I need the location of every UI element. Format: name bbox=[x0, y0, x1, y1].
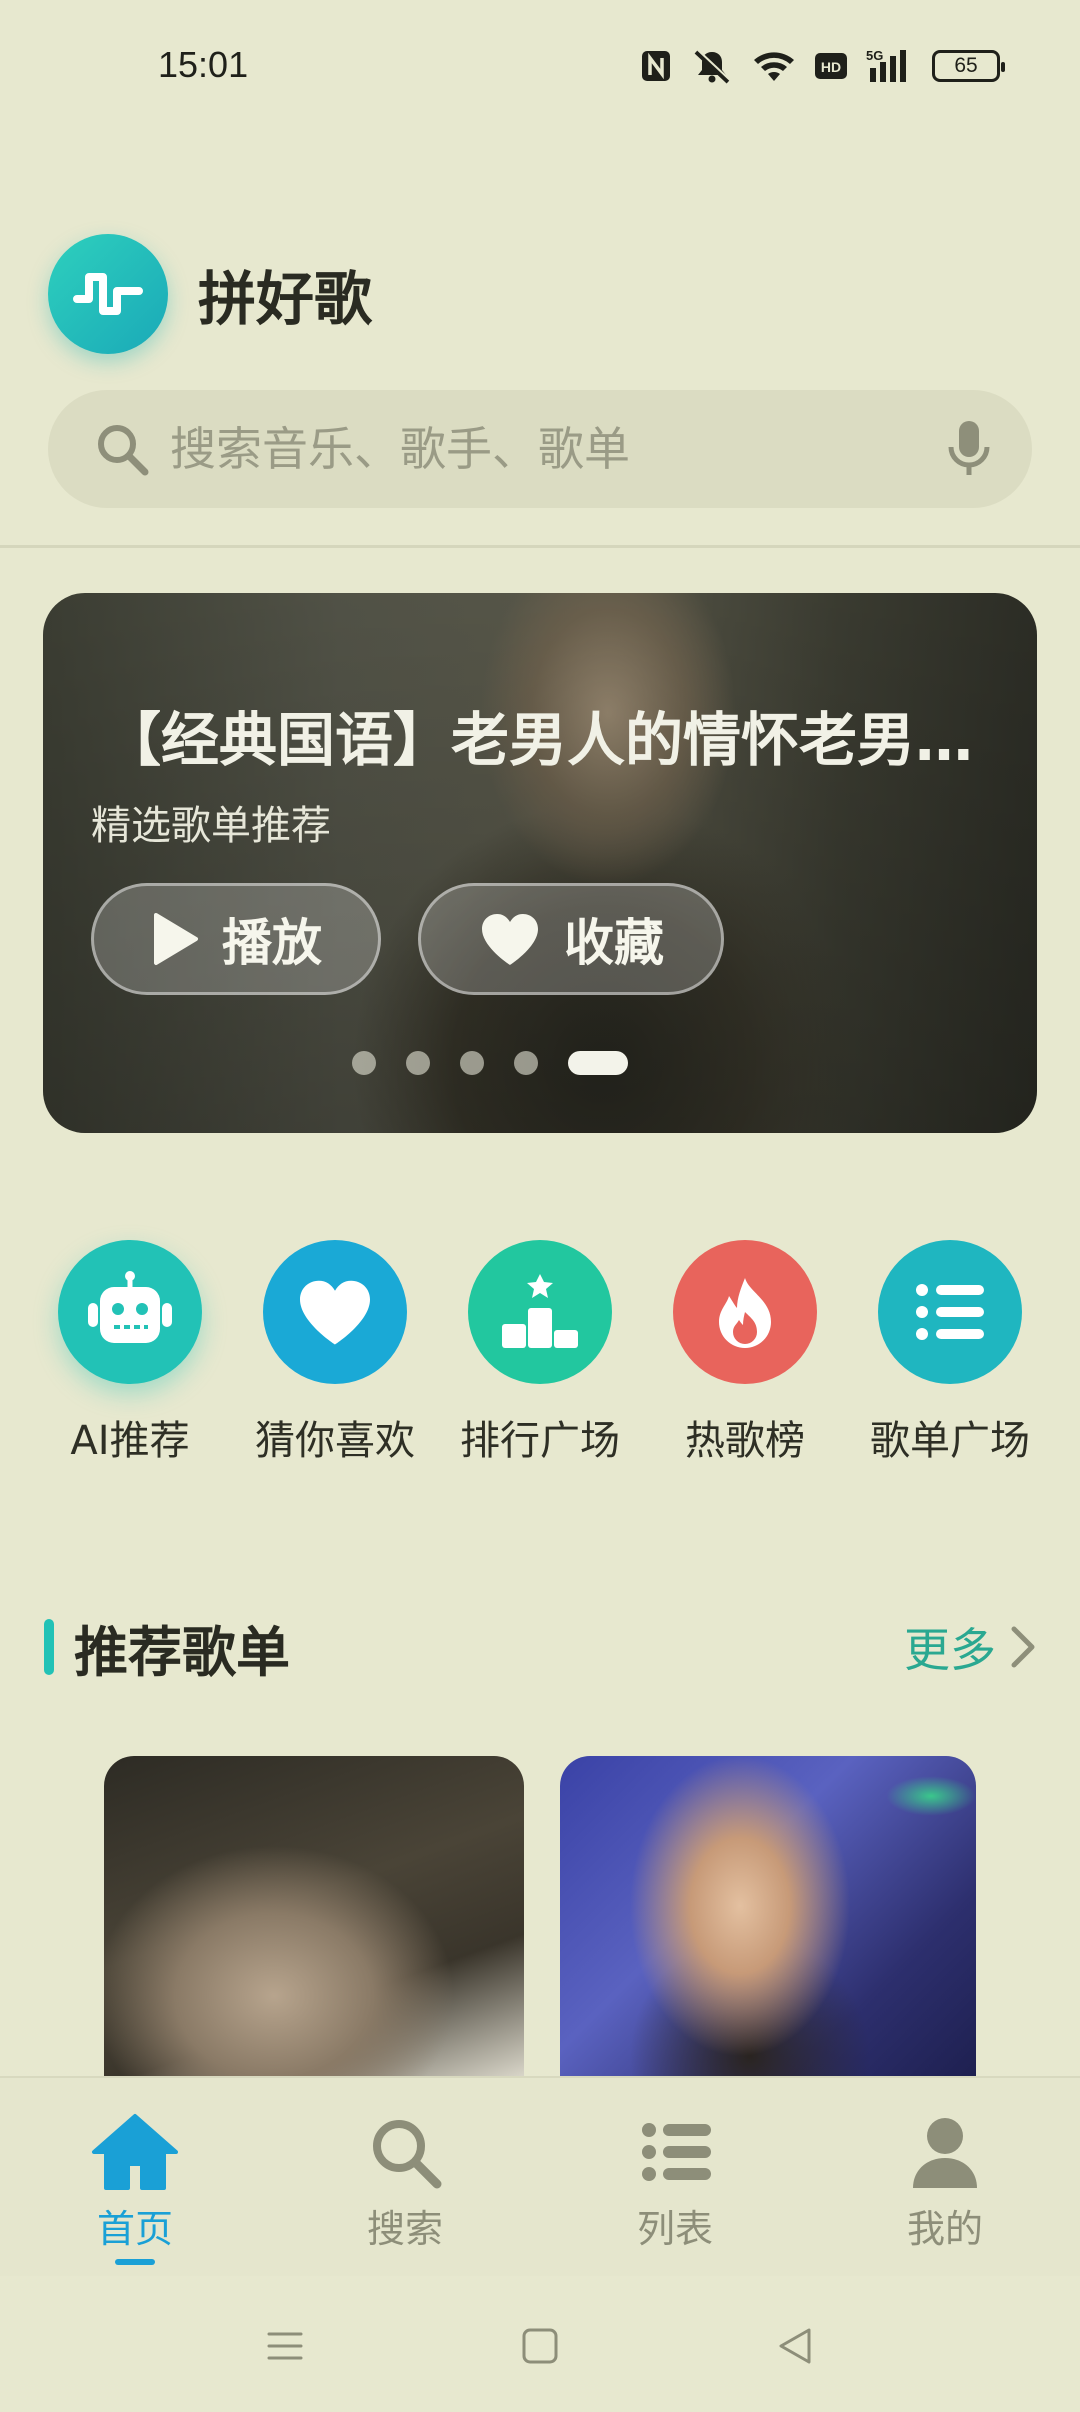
quick-nav-label: 热歌榜 bbox=[685, 1418, 805, 1464]
more-link[interactable]: 更多 bbox=[904, 1614, 1036, 1680]
svg-text:HD: HD bbox=[821, 59, 841, 75]
playlist-card[interactable] bbox=[104, 1756, 524, 2076]
tab-home[interactable]: 首页 bbox=[45, 2112, 225, 2265]
quick-nav-hot-songs[interactable]: 热歌榜 bbox=[655, 1240, 835, 1466]
tab-list[interactable]: 列表 bbox=[585, 2112, 765, 2253]
recommended-section-header: 推荐歌单 更多 bbox=[44, 1612, 1036, 1684]
quick-nav: AI推荐 猜你喜欢 排行广场 热歌榜 歌单广场 bbox=[40, 1240, 1040, 1466]
list-icon bbox=[878, 1240, 1022, 1384]
app-header: 拼好歌 bbox=[48, 232, 372, 356]
back-icon[interactable] bbox=[775, 2326, 815, 2366]
section-accent-bar bbox=[44, 1619, 54, 1675]
play-icon bbox=[154, 913, 198, 965]
active-tab-indicator bbox=[115, 2259, 155, 2265]
tab-label: 首页 bbox=[96, 2207, 173, 2251]
more-label: 更多 bbox=[904, 1623, 996, 1677]
tab-label: 列表 bbox=[636, 2207, 713, 2251]
search-bar[interactable] bbox=[48, 390, 1032, 508]
home-icon bbox=[92, 2114, 178, 2190]
mute-icon bbox=[694, 49, 731, 84]
playlist-card[interactable] bbox=[560, 1756, 976, 2076]
bottom-nav: 首页 搜索 列表 我的 bbox=[0, 2076, 1080, 2276]
battery-level: 65 bbox=[954, 54, 978, 77]
play-label: 播放 bbox=[222, 914, 322, 972]
quick-nav-ai-recommend[interactable]: AI推荐 bbox=[40, 1240, 220, 1466]
header-divider bbox=[0, 545, 1080, 548]
waveform-logo-icon bbox=[48, 234, 168, 354]
status-time: 15:01 bbox=[158, 44, 249, 85]
wifi-icon bbox=[754, 52, 794, 81]
hd-icon: HD bbox=[815, 53, 847, 79]
playlist-cards bbox=[104, 1756, 976, 2076]
system-nav-bar bbox=[0, 2306, 1080, 2386]
quick-nav-guess-you-like[interactable]: 猜你喜欢 bbox=[245, 1240, 425, 1466]
quick-nav-label: 排行广场 bbox=[460, 1418, 620, 1464]
banner-title: 【经典国语】老男人的情怀老男人的情怀 bbox=[103, 706, 1023, 774]
search-input[interactable] bbox=[170, 422, 946, 476]
heart-icon bbox=[263, 1240, 407, 1384]
carousel-dot-active[interactable] bbox=[568, 1051, 628, 1075]
tab-profile[interactable]: 我的 bbox=[855, 2112, 1035, 2253]
list-icon bbox=[642, 2123, 711, 2181]
tab-label: 搜索 bbox=[366, 2207, 443, 2251]
search-icon bbox=[373, 2120, 442, 2189]
5g-signal-icon: 5G bbox=[866, 48, 906, 82]
carousel-dot[interactable] bbox=[406, 1051, 430, 1075]
nfc-icon bbox=[642, 51, 670, 81]
chevron-right-icon bbox=[1011, 1626, 1035, 1668]
heart-icon bbox=[482, 914, 538, 965]
microphone-icon[interactable] bbox=[946, 419, 992, 479]
status-bar: 15:01 HD 5G 65 bbox=[0, 0, 1080, 140]
featured-banner[interactable]: 【经典国语】老男人的情怀老男人的情怀 精选歌单推荐 播放 收藏 bbox=[43, 593, 1037, 1133]
play-button[interactable]: 播放 bbox=[91, 883, 381, 995]
battery-icon: 65 bbox=[932, 50, 1005, 82]
user-icon bbox=[913, 2118, 977, 2188]
carousel-indicator bbox=[43, 1051, 1037, 1075]
robot-icon bbox=[58, 1240, 202, 1384]
menu-icon[interactable] bbox=[265, 2326, 305, 2366]
home-square-icon[interactable] bbox=[520, 2326, 560, 2366]
favorite-button[interactable]: 收藏 bbox=[418, 883, 724, 995]
carousel-dot[interactable] bbox=[514, 1051, 538, 1075]
quick-nav-label: AI推荐 bbox=[70, 1418, 190, 1464]
tab-search[interactable]: 搜索 bbox=[315, 2112, 495, 2253]
quick-nav-label: 猜你喜欢 bbox=[255, 1418, 415, 1464]
flame-icon bbox=[673, 1240, 817, 1384]
search-icon bbox=[98, 425, 149, 476]
tab-label: 我的 bbox=[906, 2207, 983, 2251]
banner-subtitle: 精选歌单推荐 bbox=[91, 803, 331, 849]
svg-text:5G: 5G bbox=[866, 48, 883, 63]
app-title: 拼好歌 bbox=[198, 265, 373, 333]
quick-nav-playlist-square[interactable]: 歌单广场 bbox=[860, 1240, 1040, 1466]
favorite-label: 收藏 bbox=[564, 914, 664, 972]
section-title: 推荐歌单 bbox=[74, 1620, 290, 1684]
status-icons: HD 5G 65 bbox=[640, 48, 1005, 84]
carousel-dot[interactable] bbox=[352, 1051, 376, 1075]
podium-icon bbox=[468, 1240, 612, 1384]
quick-nav-label: 歌单广场 bbox=[870, 1418, 1030, 1464]
quick-nav-ranking[interactable]: 排行广场 bbox=[450, 1240, 630, 1466]
carousel-dot[interactable] bbox=[460, 1051, 484, 1075]
